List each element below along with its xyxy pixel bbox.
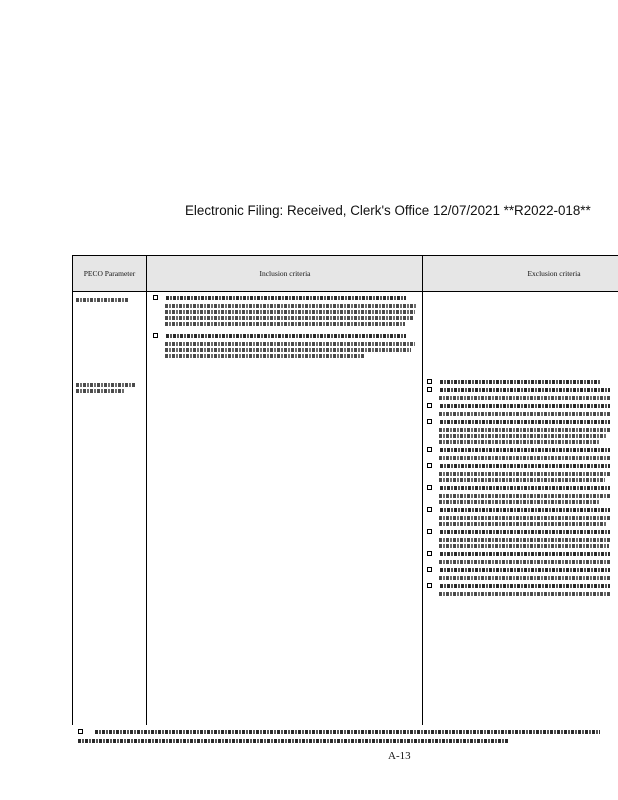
inclusion-criteria-list: [153, 294, 421, 360]
checkbox-bullet-icon: [427, 419, 432, 425]
list-item: [427, 506, 618, 514]
list-item: [427, 418, 618, 426]
list-item: [427, 462, 618, 470]
table-footnote: [78, 727, 618, 745]
page-number: A-13: [388, 750, 411, 762]
exclusion-criteria-list: [427, 378, 618, 598]
list-item: [427, 582, 618, 590]
list-item: [427, 402, 618, 410]
checkbox-bullet-icon: [427, 379, 432, 385]
list-item: [427, 446, 618, 454]
table-header-row: PECO Parameter Inclusion criteria Exclus…: [73, 256, 618, 292]
checkbox-bullet-icon: [78, 729, 83, 735]
list-item: [427, 378, 618, 386]
checkbox-bullet-icon: [153, 333, 158, 339]
checkbox-bullet-icon: [427, 485, 432, 491]
header-exclusion-criteria: Exclusion criteria: [527, 269, 581, 278]
electronic-filing-stamp: Electronic Filing: Received, Clerk's Off…: [185, 203, 591, 218]
checkbox-bullet-icon: [427, 447, 432, 453]
list-item: [427, 550, 618, 558]
checkbox-bullet-icon: [427, 463, 432, 469]
peco-criteria-table: PECO Parameter Inclusion criteria Exclus…: [72, 255, 618, 725]
list-item: [427, 528, 618, 536]
parameter-cell: [76, 381, 144, 395]
list-item: [427, 484, 618, 492]
header-inclusion-criteria: Inclusion criteria: [259, 269, 311, 278]
checkbox-bullet-icon: [427, 567, 432, 573]
list-item: [153, 332, 421, 340]
column-divider: [422, 256, 423, 725]
checkbox-bullet-icon: [427, 529, 432, 535]
list-item: [427, 386, 618, 394]
checkbox-bullet-icon: [427, 507, 432, 513]
header-peco-parameter: PECO Parameter: [83, 269, 136, 278]
checkbox-bullet-icon: [153, 295, 158, 301]
checkbox-bullet-icon: [427, 403, 432, 409]
parameter-cell: [76, 296, 144, 304]
checkbox-bullet-icon: [427, 551, 432, 557]
checkbox-bullet-icon: [427, 583, 432, 589]
column-divider: [146, 256, 147, 725]
list-item: [427, 566, 618, 574]
list-item: [153, 294, 421, 302]
checkbox-bullet-icon: [427, 387, 432, 393]
